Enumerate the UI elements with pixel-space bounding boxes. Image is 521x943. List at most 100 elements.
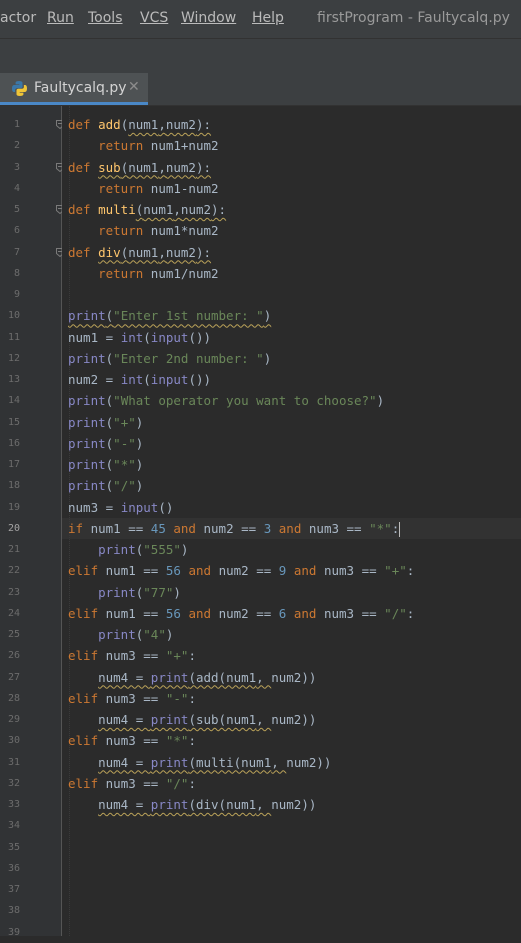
code-token: ) [165, 627, 174, 642]
close-icon[interactable]: ✕ [128, 79, 140, 95]
code-token: input [120, 499, 159, 515]
code-token: num3 == [308, 520, 370, 536]
code-line: elif num3 == "+": [68, 645, 196, 666]
tab-label: Faultycalq.py [34, 80, 127, 96]
code-token: num1 [128, 117, 159, 132]
line-number: 21 [7, 544, 20, 555]
code-token: print [68, 414, 106, 430]
code-token: num2 [165, 159, 196, 175]
code-token: ): [211, 202, 227, 217]
code-token: return [98, 223, 151, 239]
code-token: ): [195, 117, 212, 132]
code-token: ( [143, 372, 151, 387]
code-token: : [391, 520, 400, 536]
code-token: print [68, 457, 106, 472]
code-token: def [68, 202, 99, 217]
code-token: num2 [180, 202, 212, 217]
line-number: 1 [13, 119, 20, 130]
code-token: ) [263, 308, 272, 324]
code-token: num1*num2 [150, 223, 219, 239]
code-token: , [158, 244, 166, 260]
code-token: num3 == [105, 690, 166, 706]
code-token: div [98, 244, 121, 260]
code-editor[interactable]: def add(num1,num2): return num1+num2 def … [62, 106, 521, 936]
code-token: , [256, 712, 272, 727]
line-number: 6 [13, 225, 20, 237]
code-token: , [173, 202, 181, 217]
code-token: ): [195, 159, 212, 175]
code-token: return [98, 265, 151, 281]
code-token: (div(num1 [188, 797, 257, 812]
line-number: 10 [7, 310, 20, 322]
code-token: print [150, 797, 189, 812]
menu-window[interactable]: Window [181, 10, 236, 26]
code-token: ) [376, 393, 385, 409]
line-number: 26 [7, 650, 20, 662]
menu-window-label: Window [181, 10, 237, 26]
line-number: 23 [7, 586, 20, 598]
line-number: 17 [7, 459, 20, 470]
code-token: "Enter 2nd number: " [113, 350, 264, 366]
code-line: print("4") [68, 624, 173, 645]
line-number: 19 [7, 501, 20, 513]
code-line: print("555") [68, 539, 188, 560]
code-token: num2 = [68, 372, 121, 387]
code-token: (add(num1 [188, 669, 257, 685]
code-token: : [188, 775, 196, 791]
menu-help[interactable]: Help [252, 10, 284, 26]
code-token: print [68, 350, 106, 366]
code-token: num2)) [271, 669, 317, 685]
line-number: 4 [13, 182, 20, 194]
text-caret [399, 521, 401, 537]
code-token: print [68, 308, 106, 324]
menu-tools[interactable]: Tools [88, 10, 123, 26]
code-token: return [98, 138, 151, 154]
line-number: 39 [7, 926, 20, 938]
code-token: num1 == [105, 605, 166, 621]
code-token: ) [173, 584, 181, 600]
code-token: "*" [165, 733, 189, 749]
menu-run[interactable]: Run [47, 10, 74, 26]
code-line: num2 = int(input()) [68, 369, 211, 390]
code-token: "What operator you want to choose?" [113, 393, 377, 409]
line-number: 16 [7, 437, 20, 449]
code-token: ()) [188, 372, 212, 387]
code-token: : [406, 563, 415, 579]
code-token: num3 == [323, 605, 385, 621]
code-token: num1 [128, 159, 159, 175]
window-title: firstProgram - Faultycalq.py [317, 10, 510, 26]
toolbar [0, 38, 521, 74]
line-number: 8 [13, 267, 20, 279]
code-token: ) [180, 542, 189, 557]
menu-vcs[interactable]: VCS [140, 10, 168, 26]
code-line: return num1+num2 [68, 135, 218, 156]
code-token: num1 == [105, 563, 166, 579]
menu-refactor[interactable]: actor [0, 10, 36, 26]
menu-tools-label: Tools [88, 10, 123, 26]
code-token: num1 [128, 244, 159, 260]
code-token: ) [135, 478, 144, 494]
code-line: elif num3 == "*": [68, 730, 196, 751]
code-token: print [98, 627, 136, 642]
code-token: print [68, 435, 106, 451]
code-token: num2 == [218, 563, 279, 579]
code-token: return [98, 180, 151, 196]
code-token: ( [143, 329, 151, 345]
code-line: num4 = print(add(num1, num2)) [68, 667, 316, 688]
code-token: print [68, 478, 106, 494]
code-line: elif num3 == "/": [68, 773, 196, 794]
code-token: num2 [165, 117, 196, 132]
code-token: "*" [113, 457, 136, 472]
code-line: elif num3 == "-": [68, 688, 196, 709]
code-token: num2 == [203, 520, 264, 536]
editor-tab-faultycalq[interactable]: Faultycalq.py ✕ [0, 73, 148, 105]
code-token: def [68, 244, 99, 260]
code-token: "*" [369, 520, 392, 536]
code-token: "555" [143, 542, 181, 557]
code-line: print("Enter 1st number: ") [68, 305, 271, 326]
code-line: print("*") [68, 454, 143, 475]
